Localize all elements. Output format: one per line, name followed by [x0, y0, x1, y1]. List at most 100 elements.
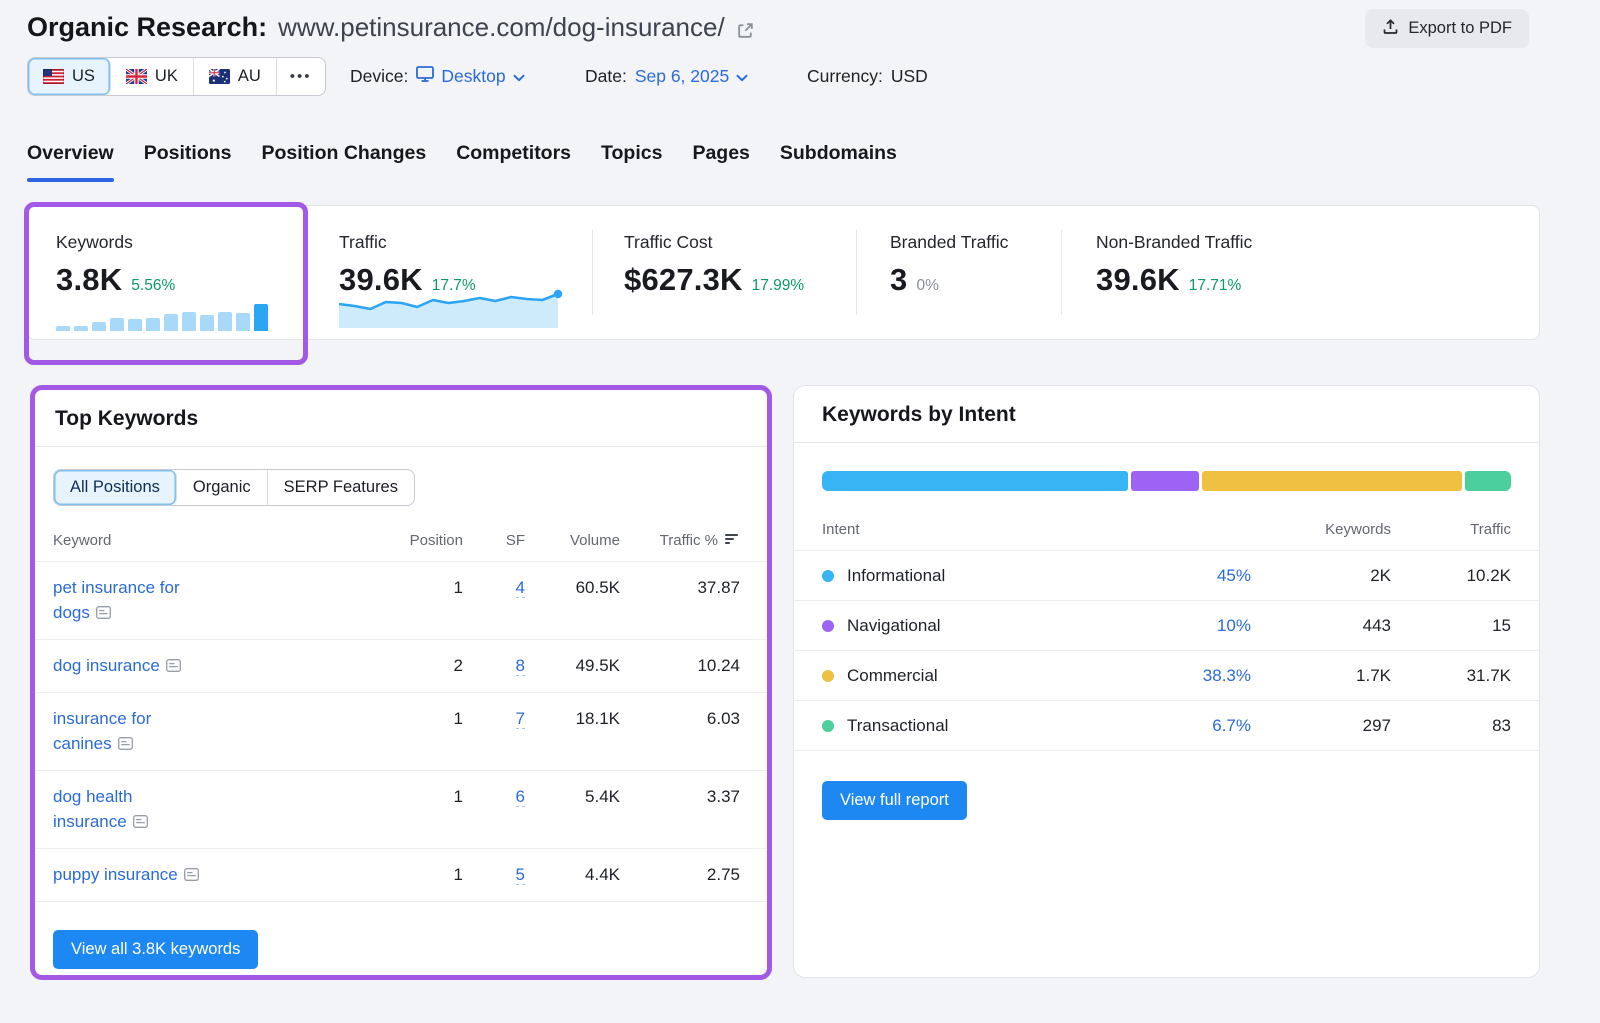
sf-count-link[interactable]: 8 [516, 656, 525, 676]
intent-percent-link[interactable]: 45% [1217, 566, 1251, 585]
sf-count-link[interactable]: 6 [516, 787, 525, 807]
divider [1061, 230, 1062, 315]
serp-features-icon [118, 732, 133, 757]
col-keyword: Keyword [53, 532, 348, 549]
country-code: US [72, 67, 95, 86]
intent-traffic-value: 10.2K [1391, 563, 1511, 588]
tab-competitors[interactable]: Competitors [456, 142, 571, 182]
keyword-row: insurance for canines1718.1K6.03 [35, 693, 767, 771]
intent-segment-navigational [1131, 471, 1199, 491]
metric-value: 39.6K [1096, 262, 1180, 298]
traffic-percent-value: 10.24 [620, 653, 740, 679]
device-label: Device: [350, 66, 408, 87]
country-tab-uk[interactable]: UK [111, 58, 194, 95]
intent-keywords-value: 297 [1251, 713, 1391, 738]
view-full-report-button[interactable]: View full report [822, 781, 967, 820]
intent-segment-informational [822, 471, 1128, 491]
intent-label: Informational [847, 566, 945, 586]
chevron-down-icon [736, 66, 748, 87]
filter-tab-organic[interactable]: Organic [177, 470, 268, 505]
keyword-row: puppy insurance 1 54.4K2.75 [35, 849, 767, 902]
col-keywords: Keywords [1251, 521, 1391, 538]
top-keywords-panel: Top Keywords All PositionsOrganicSERP Fe… [30, 385, 772, 980]
metric-label: Keywords [56, 232, 175, 253]
country-code: AU [238, 67, 261, 86]
keyword-row: dog insurance2849.5K10.24 [35, 640, 767, 693]
more-countries-button[interactable]: ••• [277, 58, 325, 95]
date-filter[interactable]: Date: Sep 6, 2025 [585, 66, 748, 87]
country-code: UK [155, 67, 178, 86]
volume-value: 4.4K [525, 862, 620, 888]
col-traffic: Traffic [1391, 521, 1511, 538]
intent-percent-link[interactable]: 10% [1217, 616, 1251, 635]
country-tab-us[interactable]: US [28, 58, 111, 95]
metric-value: 3 [890, 262, 907, 298]
country-tab-au[interactable]: AU [194, 58, 277, 95]
metric-value: $627.3K [624, 262, 743, 298]
sf-count-link[interactable]: 5 [516, 865, 525, 885]
flag-uk-icon [126, 69, 147, 84]
tab-pages[interactable]: Pages [692, 142, 749, 182]
keywords-trend-chart [56, 301, 268, 331]
traffic-percent-value: 2.75 [620, 862, 740, 888]
device-filter[interactable]: Device: Desktop [350, 66, 525, 87]
keyword-link[interactable]: dog insurance [53, 656, 160, 675]
tab-positions[interactable]: Positions [144, 142, 232, 182]
col-sf: SF [463, 532, 525, 549]
keyword-link[interactable]: puppy insurance [53, 865, 178, 884]
intent-percent-link[interactable]: 38.3% [1203, 666, 1251, 685]
traffic-percent-value: 3.37 [620, 784, 740, 835]
external-link-icon[interactable] [736, 21, 755, 40]
view-all-keywords-button[interactable]: View all 3.8K keywords [53, 930, 258, 969]
device-value: Desktop [441, 66, 505, 87]
sort-descending-icon[interactable] [725, 532, 740, 549]
intent-traffic-value: 31.7K [1391, 663, 1511, 688]
intent-row: Commercial38.3%1.7K31.7K [794, 651, 1539, 701]
divider [856, 230, 857, 315]
tab-topics[interactable]: Topics [601, 142, 662, 182]
intent-dot [822, 670, 834, 682]
export-to-pdf-button[interactable]: Export to PDF [1365, 9, 1529, 48]
intent-label: Transactional [847, 716, 948, 736]
keyword-link[interactable]: dog health insurance [53, 787, 132, 831]
currency-filter: Currency: USD [807, 66, 928, 87]
currency-value: USD [891, 66, 928, 87]
col-intent: Intent [822, 521, 1131, 538]
metric-label: Traffic Cost [624, 232, 804, 253]
sf-count-link[interactable]: 7 [516, 709, 525, 729]
metrics-card: Keywords3.8K5.56%Traffic39.6K17.7%Traffi… [27, 205, 1540, 340]
intent-row: Informational45%2K10.2K [794, 551, 1539, 601]
flag-au-icon [209, 69, 230, 84]
sf-count-link[interactable]: 4 [516, 578, 525, 598]
col-traffic-pct: Traffic % [660, 532, 718, 549]
desktop-icon [416, 66, 434, 87]
metric-non-branded-traffic: Non-Branded Traffic39.6K17.71% [1096, 232, 1252, 298]
col-volume: Volume [525, 532, 620, 549]
keyword-link[interactable]: insurance for canines [53, 709, 151, 753]
intent-dot [822, 720, 834, 732]
export-icon [1382, 18, 1399, 40]
keywords-by-intent-panel: Keywords by Intent Intent Keywords Traff… [793, 385, 1540, 978]
tab-overview[interactable]: Overview [27, 142, 114, 182]
keyword-link[interactable]: pet insurance for dogs [53, 578, 180, 622]
tab-subdomains[interactable]: Subdomains [780, 142, 897, 182]
volume-value: 18.1K [525, 706, 620, 757]
intent-dot [822, 620, 834, 632]
volume-value: 49.5K [525, 653, 620, 679]
intent-traffic-value: 15 [1391, 613, 1511, 638]
nav-tabs: Overview Positions Position Changes Competi… [27, 142, 897, 182]
intent-table-body: Informational45%2K10.2KNavigational10%44… [794, 551, 1539, 751]
intent-percent-link[interactable]: 6.7% [1212, 716, 1251, 735]
filter-tab-all-positions[interactable]: All Positions [54, 470, 177, 505]
intent-segment-transactional [1465, 471, 1511, 491]
intent-keywords-value: 443 [1251, 613, 1391, 638]
divider [794, 442, 1539, 443]
divider [35, 446, 767, 447]
metric-label: Branded Traffic [890, 232, 1008, 253]
serp-features-icon [96, 601, 111, 626]
filter-tab-serp-features[interactable]: SERP Features [268, 470, 414, 505]
top-keywords-title: Top Keywords [55, 407, 767, 431]
tab-position-changes[interactable]: Position Changes [262, 142, 427, 182]
position-value: 1 [348, 862, 463, 888]
top-keywords-table-header: Keyword Position SF Volume Traffic % [35, 532, 767, 562]
